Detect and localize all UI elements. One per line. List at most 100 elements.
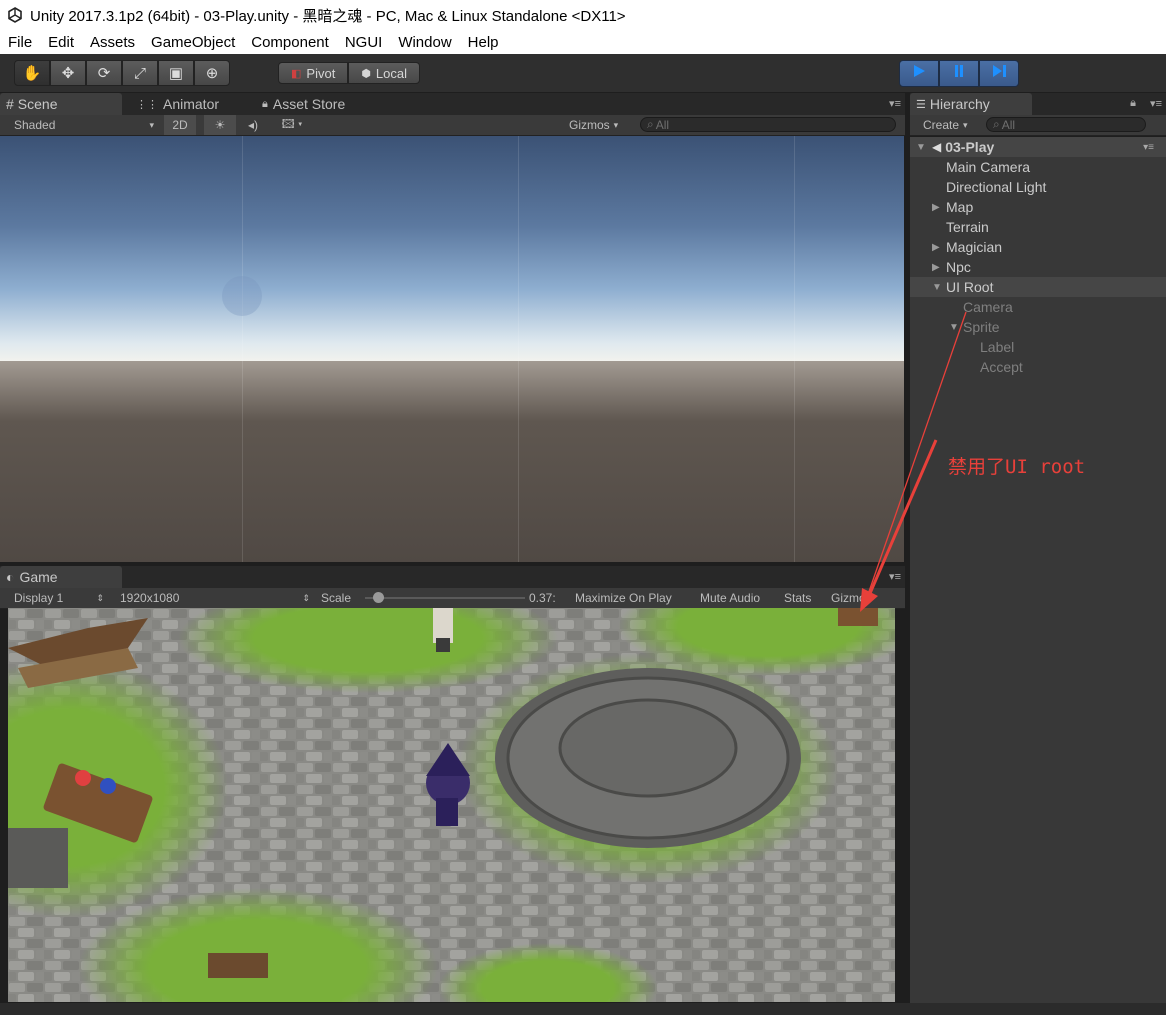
- rotate-tool-button[interactable]: ⟳: [86, 60, 122, 86]
- hierarchy-item[interactable]: Terrain: [910, 217, 1166, 237]
- step-icon: [991, 63, 1007, 84]
- scene-name: 03-Play: [945, 139, 995, 155]
- pivot-button[interactable]: ◧ Pivot: [278, 62, 349, 84]
- pause-button[interactable]: [939, 60, 979, 87]
- tab-animator-label: Animator: [163, 96, 220, 112]
- shading-mode-label: Shaded: [14, 118, 56, 132]
- window-title-bar: Unity 2017.3.1p2 (64bit) - 03-Play.unity…: [0, 0, 1166, 30]
- tab-animator[interactable]: ⋮⋮ Animator: [130, 93, 250, 115]
- gizmos-dropdown[interactable]: Gizmos ▾: [569, 115, 631, 135]
- hierarchy-item-label: Directional Light: [946, 179, 1047, 195]
- scene-search-input[interactable]: ⌕ All: [640, 117, 896, 132]
- hierarchy-item[interactable]: Label: [910, 337, 1166, 357]
- audio-toggle[interactable]: ◂): [240, 115, 266, 135]
- tab-asset-store[interactable]: 🔒︎ Asset Store: [256, 93, 386, 115]
- dropdown-arrow-icon: ▾: [149, 119, 154, 130]
- panel-menu-icon[interactable]: ▾≡: [1150, 97, 1162, 110]
- lock-icon[interactable]: 🔒︎: [1130, 97, 1136, 110]
- panel-menu-icon[interactable]: ▾≡: [889, 570, 901, 583]
- panel-menu-icon[interactable]: ▾≡: [889, 97, 901, 110]
- play-icon: [911, 63, 927, 84]
- tab-scene-label: Scene: [17, 96, 58, 112]
- expanded-arrow-icon[interactable]: ▼: [932, 282, 944, 293]
- scale-tool-button[interactable]: ⤢: [122, 60, 158, 86]
- hierarchy-item[interactable]: ▼ Sprite: [910, 317, 1166, 337]
- hierarchy-item[interactable]: ▼ UI Root: [910, 277, 1166, 297]
- tab-hierarchy[interactable]: ☰ Hierarchy: [910, 93, 1032, 115]
- play-button[interactable]: [899, 60, 939, 87]
- scale-slider-thumb[interactable]: [373, 592, 384, 603]
- main-toolbar: ✋ ✥ ⟳ ⤢ ▣ ⊕ ◧ Pivot ⬢ Local: [0, 54, 1166, 92]
- hierarchy-item-label: Camera: [963, 299, 1013, 315]
- hierarchy-item[interactable]: ▶ Npc: [910, 257, 1166, 277]
- collapsed-arrow-icon[interactable]: ▶: [932, 262, 944, 273]
- status-bar: [0, 1003, 1166, 1015]
- step-button[interactable]: [979, 60, 1019, 87]
- stats-toggle[interactable]: Stats: [784, 588, 811, 608]
- hierarchy-item[interactable]: ▶ Magician: [910, 237, 1166, 257]
- game-scene-render: [8, 608, 895, 1002]
- hierarchy-item-label: UI Root: [946, 279, 994, 295]
- scene-view[interactable]: [0, 136, 904, 562]
- effects-dropdown[interactable]: 🖾︎ ▾: [270, 115, 314, 135]
- tab-game[interactable]: ◐ Game: [0, 566, 122, 588]
- shading-mode-dropdown[interactable]: Shaded ▾: [14, 115, 154, 135]
- hand-tool-button[interactable]: ✋: [14, 60, 50, 86]
- maximize-on-play-toggle[interactable]: Maximize On Play: [575, 588, 672, 608]
- collapsed-arrow-icon[interactable]: ▶: [932, 202, 944, 213]
- transform-tool-button[interactable]: ⊕: [194, 60, 230, 86]
- hierarchy-item[interactable]: Directional Light: [910, 177, 1166, 197]
- expanded-arrow-icon[interactable]: ▼: [949, 322, 961, 333]
- hierarchy-search-placeholder: All: [1001, 117, 1016, 132]
- hierarchy-item[interactable]: Main Camera: [910, 157, 1166, 177]
- hierarchy-item[interactable]: Camera: [910, 297, 1166, 317]
- hierarchy-tab-row: ☰ Hierarchy 🔒︎ ▾≡: [910, 93, 1166, 115]
- store-icon: 🔒︎: [262, 97, 268, 110]
- image-icon: 🖾︎ ▾: [281, 116, 303, 131]
- resolution-label: 1920x1080: [120, 591, 180, 605]
- scale-slider[interactable]: [365, 592, 525, 603]
- mode-2d-toggle[interactable]: 2D: [164, 115, 196, 135]
- hierarchy-item-label: Terrain: [946, 219, 989, 235]
- rect-tool-button[interactable]: ▣: [158, 60, 194, 86]
- updown-arrow-icon: ⇕: [302, 592, 310, 603]
- menu-help[interactable]: Help: [460, 34, 507, 51]
- scene-menu-icon[interactable]: ▾≡: [1143, 142, 1154, 153]
- scene-root-row[interactable]: ▼ ◀ 03-Play ▾≡: [910, 137, 1166, 157]
- mode-2d-label: 2D: [172, 118, 188, 132]
- create-dropdown[interactable]: Create ▾: [923, 115, 983, 135]
- scale-value: 0.37:: [529, 591, 556, 605]
- tab-scene[interactable]: # Scene: [0, 93, 122, 115]
- resolution-dropdown[interactable]: 1920x1080 ⇕: [120, 588, 312, 608]
- menu-gameobject[interactable]: GameObject: [143, 34, 243, 51]
- menu-component[interactable]: Component: [243, 34, 337, 51]
- local-button[interactable]: ⬢ Local: [348, 62, 420, 84]
- move-tool-button[interactable]: ✥: [50, 60, 86, 86]
- collapsed-arrow-icon[interactable]: ▶: [932, 242, 944, 253]
- scale-icon: ⤢: [133, 64, 146, 82]
- pivot-icon: ◧: [291, 67, 302, 80]
- game-view[interactable]: [8, 608, 895, 1002]
- display-dropdown[interactable]: Display 1 ⇕: [14, 588, 106, 608]
- menu-assets[interactable]: Assets: [82, 34, 143, 51]
- expand-arrow-icon[interactable]: ▼: [916, 142, 928, 153]
- menu-window[interactable]: Window: [390, 34, 459, 51]
- menu-ngui[interactable]: NGUI: [337, 34, 391, 51]
- lighting-toggle[interactable]: ☀: [204, 115, 236, 135]
- menu-bar: File Edit Assets GameObject Component NG…: [0, 30, 1166, 55]
- scale-label: Scale: [321, 591, 352, 605]
- scene-toolbar: Shaded ▾ 2D ☀ ◂) 🖾︎ ▾ Gizmos ▾ ⌕ All: [0, 115, 905, 136]
- mute-audio-toggle[interactable]: Mute Audio: [700, 588, 760, 608]
- hierarchy-item[interactable]: Accept: [910, 357, 1166, 377]
- hierarchy-search-input[interactable]: ⌕ All: [986, 117, 1146, 132]
- rect-icon: ▣: [168, 65, 184, 82]
- game-toolbar: Display 1 ⇕ 1920x1080 ⇕ Scale 0.37: Maxi…: [0, 588, 905, 609]
- dropdown-arrow-icon: ▾: [613, 119, 619, 130]
- transform-tools: ✋ ✥ ⟳ ⤢ ▣ ⊕: [14, 60, 230, 86]
- scene-search-placeholder: All: [655, 117, 670, 132]
- game-gizmos-toggle[interactable]: Gizmos: [831, 588, 872, 608]
- menu-file[interactable]: File: [0, 34, 40, 51]
- menu-edit[interactable]: Edit: [40, 34, 82, 51]
- hierarchy-panel: ▼ ◀ 03-Play ▾≡ Main Camera Directional Li…: [910, 137, 1166, 1003]
- hierarchy-item[interactable]: ▶ Map: [910, 197, 1166, 217]
